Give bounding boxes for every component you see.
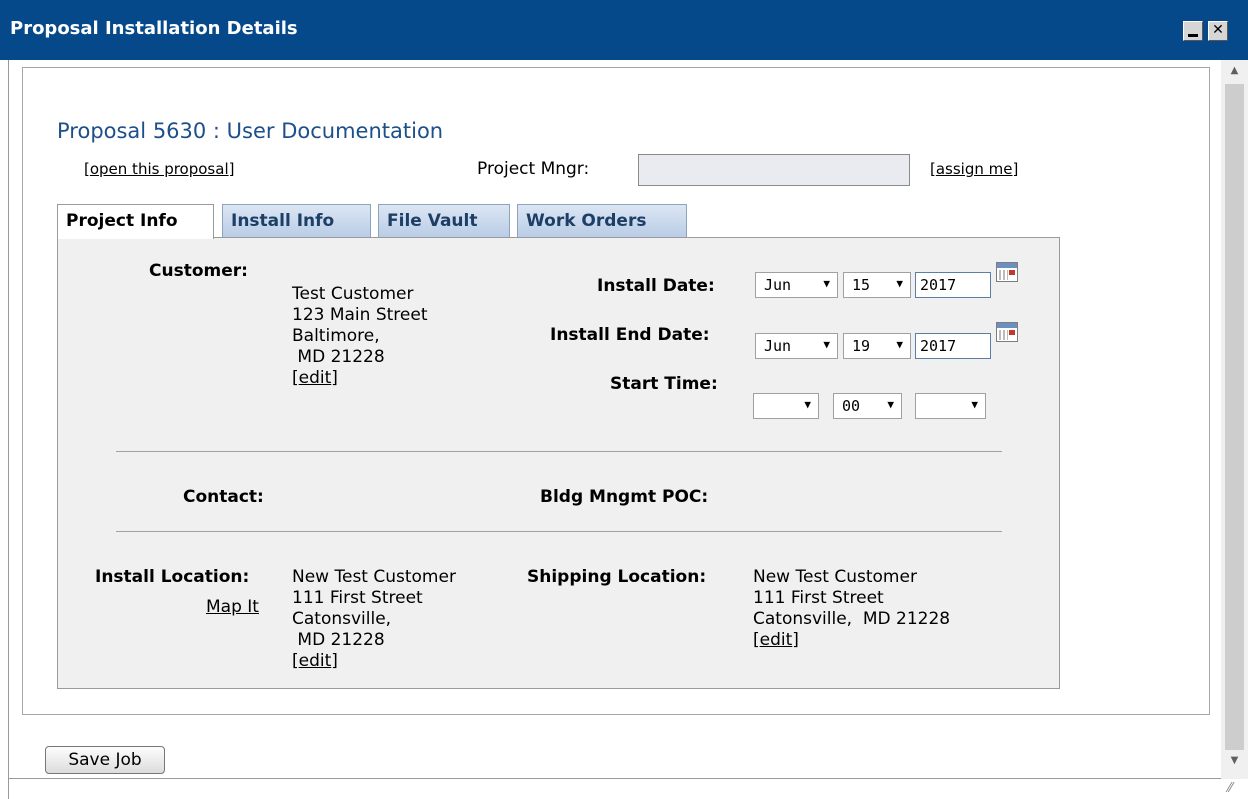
scroll-thumb[interactable]: [1225, 84, 1244, 750]
install-location-edit-link[interactable]: edit: [299, 651, 332, 671]
chevron-down-icon: ▼: [971, 398, 978, 411]
shipping-location-label: Shipping Location:: [527, 567, 707, 587]
start-time-ampm-select[interactable]: ▼: [915, 393, 986, 419]
install-date-label: Install Date:: [597, 276, 715, 296]
customer-street: 123 Main Street: [292, 305, 428, 325]
install-location-label: Install Location:: [95, 567, 250, 587]
contact-label: Contact:: [183, 487, 264, 507]
assign-me-link[interactable]: assign me: [936, 160, 1013, 178]
install-end-day: 19: [852, 337, 871, 355]
chevron-down-icon: ▼: [804, 398, 811, 411]
resize-grip-icon[interactable]: ⁄⁄: [1228, 781, 1246, 797]
shipping-location-street: 111 First Street: [753, 588, 884, 608]
tab-install-info[interactable]: Install Info: [222, 204, 371, 237]
project-mngr-input[interactable]: [638, 154, 910, 186]
chevron-down-icon: ▼: [887, 398, 894, 411]
calendar-icon[interactable]: [996, 262, 1018, 282]
project-mngr-label: Project Mngr:: [477, 159, 590, 179]
customer-state-zip: MD 21228: [292, 347, 385, 367]
section-divider: [116, 531, 1002, 532]
install-location-city: Catonsville,: [292, 609, 392, 629]
window-titlebar: Proposal Installation Details ✕: [0, 0, 1248, 60]
start-time-minute: 00: [842, 397, 861, 415]
install-date-day-select[interactable]: 15 ▼: [843, 272, 911, 298]
chevron-down-icon: ▼: [823, 277, 830, 290]
customer-address: Test Customer 123 Main Street Baltimore,…: [292, 284, 428, 388]
shipping-location-city-state-zip: Catonsville, MD 21228: [753, 609, 951, 629]
map-it-link[interactable]: Map It: [206, 597, 259, 618]
proposal-heading: Proposal 5630 : User Documentation: [57, 119, 444, 143]
install-end-month-select[interactable]: Jun ▼: [755, 333, 838, 359]
install-date-month: Jun: [764, 276, 792, 294]
shipping-location-edit-link[interactable]: edit: [760, 630, 793, 650]
assign-me-link-wrap: [assign me]: [930, 160, 1019, 178]
install-date-day: 15: [852, 276, 871, 294]
install-end-month: Jun: [764, 337, 792, 355]
tab-work-orders[interactable]: Work Orders: [517, 204, 687, 237]
install-end-year-input[interactable]: 2017: [915, 333, 991, 359]
chevron-down-icon: ▼: [896, 338, 903, 351]
footer-divider: [8, 778, 1221, 779]
customer-label: Customer:: [149, 261, 248, 281]
start-time-minute-select[interactable]: 00 ▼: [833, 393, 902, 419]
save-job-button[interactable]: Save Job: [45, 746, 165, 774]
close-button[interactable]: ✕: [1208, 21, 1228, 41]
start-time-label: Start Time:: [610, 374, 718, 394]
install-date-month-select[interactable]: Jun ▼: [755, 272, 838, 298]
calendar-icon[interactable]: [996, 322, 1018, 342]
tab-file-vault[interactable]: File Vault: [378, 204, 510, 237]
install-location-state-zip: MD 21228: [292, 630, 385, 650]
bldg-poc-label: Bldg Mngmt POC:: [540, 487, 709, 507]
install-date-year-input[interactable]: 2017: [915, 272, 991, 298]
customer-edit-link[interactable]: edit: [299, 368, 332, 388]
vertical-scrollbar[interactable]: ▲ ▼: [1221, 60, 1248, 779]
scroll-down-arrow-icon[interactable]: ▼: [1221, 750, 1248, 772]
install-end-day-select[interactable]: 19 ▼: [843, 333, 911, 359]
shipping-location-name: New Test Customer: [753, 567, 917, 587]
chevron-down-icon: ▼: [823, 338, 830, 351]
minimize-icon: [1188, 34, 1198, 37]
window-title: Proposal Installation Details: [10, 18, 298, 39]
open-proposal-link-wrap: [open this proposal]: [84, 160, 235, 178]
install-location-street: 111 First Street: [292, 588, 423, 608]
install-location-address: New Test Customer 111 First Street Caton…: [292, 567, 456, 671]
open-proposal-link[interactable]: open this proposal: [90, 160, 229, 178]
section-divider: [116, 451, 1002, 452]
install-location-name: New Test Customer: [292, 567, 456, 587]
shipping-location-address: New Test Customer 111 First Street Caton…: [753, 567, 951, 650]
tab-project-info[interactable]: Project Info: [57, 204, 214, 239]
customer-name: Test Customer: [292, 284, 414, 304]
close-icon: ✕: [1212, 22, 1224, 38]
minimize-button[interactable]: [1183, 21, 1203, 41]
chevron-down-icon: ▼: [896, 277, 903, 290]
scroll-up-arrow-icon[interactable]: ▲: [1221, 60, 1248, 82]
customer-city: Baltimore,: [292, 326, 380, 346]
install-end-date-label: Install End Date:: [550, 325, 710, 345]
start-time-hour-select[interactable]: ▼: [753, 393, 819, 419]
